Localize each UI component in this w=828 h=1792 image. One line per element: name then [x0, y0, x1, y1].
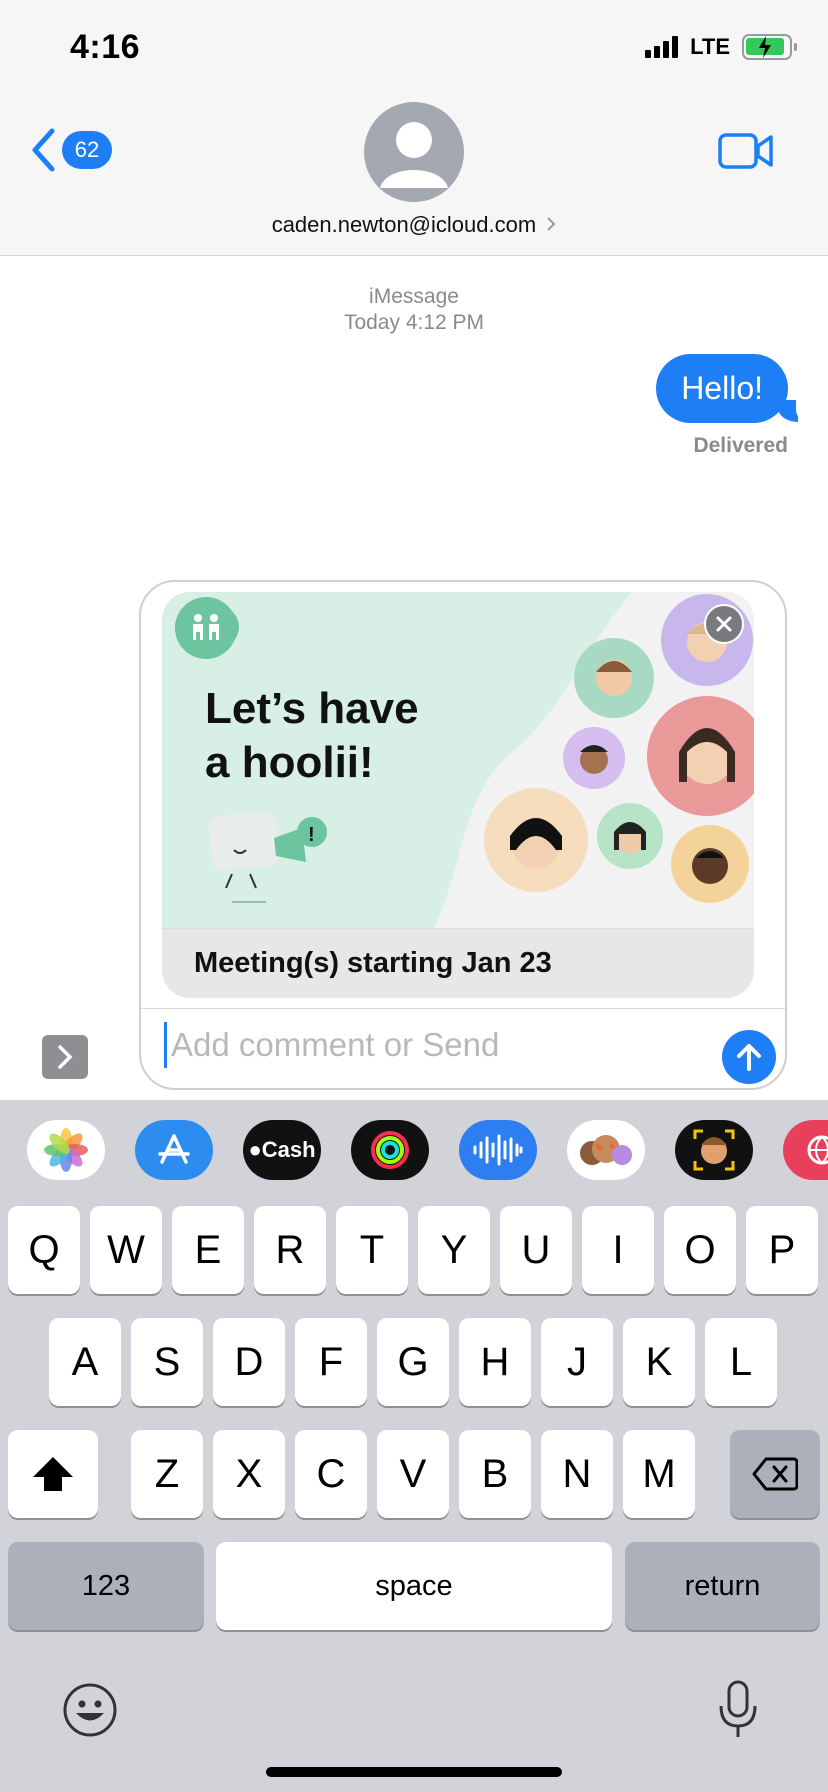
- key-v[interactable]: V: [377, 1430, 449, 1518]
- svg-text:!: !: [308, 824, 315, 846]
- apple-cash-icon[interactable]: ●Cash: [243, 1120, 321, 1180]
- arrow-up-icon: [737, 1044, 761, 1071]
- dictation-button[interactable]: [716, 1680, 760, 1745]
- status-time: 4:16: [70, 28, 141, 66]
- message-service-label: iMessage Today 4:12 PM: [343, 285, 485, 334]
- key-e[interactable]: E: [172, 1206, 244, 1294]
- hoolii-invite-card[interactable]: ! Let’s have a hoolii! Meeting(s) starti…: [162, 592, 754, 998]
- return-key[interactable]: return: [625, 1542, 820, 1630]
- key-n[interactable]: N: [541, 1430, 613, 1518]
- conversation-header: 4:16 LTE 62 caden.newton@icloud.com: [0, 0, 828, 256]
- key-w[interactable]: W: [90, 1206, 162, 1294]
- battery-icon: [742, 34, 797, 60]
- backspace-icon: [752, 1457, 798, 1491]
- delete-key[interactable]: [730, 1430, 820, 1518]
- emoji-button[interactable]: [62, 1682, 118, 1743]
- key-k[interactable]: K: [623, 1318, 695, 1406]
- compose-divider: [141, 1008, 785, 1009]
- key-m[interactable]: M: [623, 1430, 695, 1518]
- web-search-icon[interactable]: [783, 1120, 828, 1180]
- key-r[interactable]: R: [254, 1206, 326, 1294]
- chevron-right-icon: [58, 1045, 73, 1069]
- activity-icon[interactable]: [351, 1120, 429, 1180]
- microphone-icon: [719, 1680, 757, 1737]
- key-i[interactable]: I: [582, 1206, 654, 1294]
- app-store-icon[interactable]: [135, 1120, 213, 1180]
- imessage-app-strip: ●Cash: [0, 1100, 828, 1200]
- send-button[interactable]: [722, 1030, 776, 1084]
- key-t[interactable]: T: [336, 1206, 408, 1294]
- video-camera-icon: [718, 133, 773, 169]
- back-button[interactable]: 62: [30, 128, 112, 172]
- key-o[interactable]: O: [664, 1206, 736, 1294]
- key-q[interactable]: Q: [8, 1206, 80, 1294]
- headline-highlight: hoolii!: [242, 736, 374, 790]
- keyboard: ●Cash Q W E R T Y U I O P A S D F G H J …: [0, 1100, 828, 1792]
- numbers-key[interactable]: 123: [8, 1542, 204, 1630]
- card-headline: Let’s have a hoolii!: [205, 682, 419, 790]
- shift-key[interactable]: [8, 1430, 98, 1518]
- chevron-left-icon: [32, 128, 55, 172]
- memoji-stickers-icon[interactable]: [567, 1120, 645, 1180]
- network-label: LTE: [690, 34, 730, 59]
- contact-name[interactable]: caden.newton@icloud.com: [0, 212, 828, 238]
- delivery-status: Delivered: [693, 434, 788, 457]
- key-g[interactable]: G: [377, 1318, 449, 1406]
- card-footer-label: Meeting(s) starting Jan 23: [194, 947, 552, 979]
- photos-icon[interactable]: [27, 1120, 105, 1180]
- key-a[interactable]: A: [49, 1318, 121, 1406]
- key-x[interactable]: X: [213, 1430, 285, 1518]
- status-indicators: LTE: [645, 34, 797, 60]
- key-p[interactable]: P: [746, 1206, 818, 1294]
- comment-input[interactable]: Add comment or Send: [164, 1022, 704, 1068]
- key-u[interactable]: U: [500, 1206, 572, 1294]
- card-close-button[interactable]: [704, 604, 744, 644]
- space-key[interactable]: space: [216, 1542, 612, 1630]
- key-f[interactable]: F: [295, 1318, 367, 1406]
- contact-avatar[interactable]: [364, 102, 464, 202]
- key-s[interactable]: S: [131, 1318, 203, 1406]
- app-drawer-toggle[interactable]: [42, 1035, 88, 1079]
- key-z[interactable]: Z: [131, 1430, 203, 1518]
- close-icon: [716, 616, 732, 632]
- key-h[interactable]: H: [459, 1318, 531, 1406]
- chevron-right-icon: [547, 217, 556, 231]
- key-d[interactable]: D: [213, 1318, 285, 1406]
- card-footer: Meeting(s) starting Jan 23: [162, 928, 754, 998]
- audio-message-icon[interactable]: [459, 1120, 537, 1180]
- key-j[interactable]: J: [541, 1318, 613, 1406]
- sent-message-bubble[interactable]: Hello!: [656, 354, 788, 423]
- key-l[interactable]: L: [705, 1318, 777, 1406]
- key-c[interactable]: C: [295, 1430, 367, 1518]
- key-b[interactable]: B: [459, 1430, 531, 1518]
- emoji-smile-icon: [63, 1683, 117, 1737]
- home-indicator: [266, 1767, 562, 1777]
- key-y[interactable]: Y: [418, 1206, 490, 1294]
- shift-arrow-icon: [33, 1457, 73, 1491]
- signal-icon: [645, 36, 679, 58]
- animoji-icon[interactable]: [675, 1120, 753, 1180]
- unread-count-badge: 62: [62, 131, 112, 169]
- facetime-video-button[interactable]: [718, 132, 774, 175]
